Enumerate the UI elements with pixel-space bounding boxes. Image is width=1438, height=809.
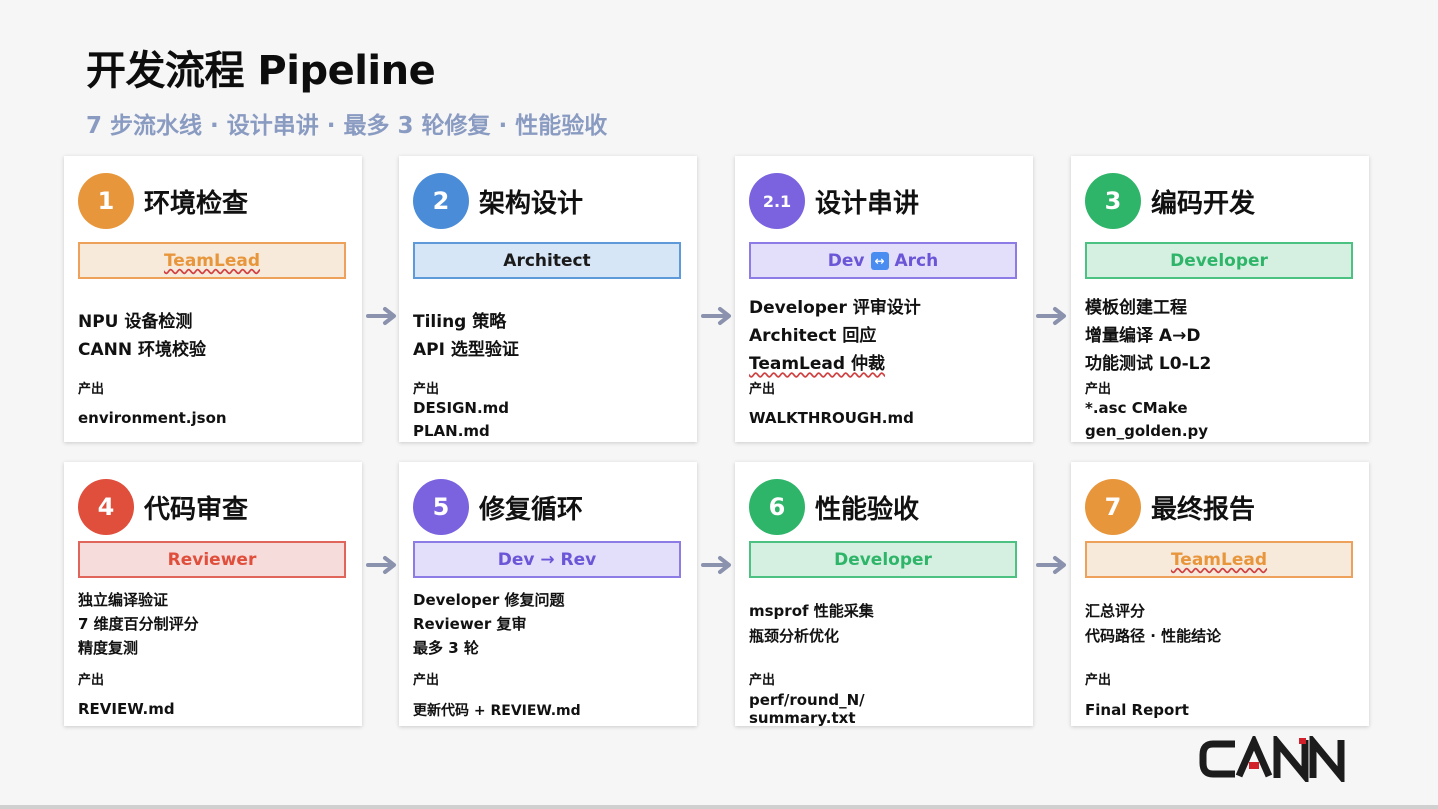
flow-arrow-icon — [1036, 306, 1070, 326]
task-line: 汇总评分 — [1085, 602, 1146, 620]
flow-arrow-icon — [701, 555, 735, 575]
role-badge: Architect — [413, 242, 681, 279]
role-badge: TeamLead — [1085, 541, 1353, 578]
step-number-badge: 2.1 — [749, 173, 805, 229]
role-badge: Dev → Rev — [413, 541, 681, 578]
step-number-badge: 2 — [413, 173, 469, 229]
page-title: 开发流程 Pipeline — [86, 48, 436, 94]
step-number-badge: 6 — [749, 479, 805, 535]
step-number-badge: 3 — [1085, 173, 1141, 229]
role-label: Reviewer — [167, 549, 257, 570]
output-line: gen_golden.py — [1085, 422, 1209, 440]
flow-arrow-icon — [1036, 555, 1070, 575]
role-label-right: Arch — [894, 250, 939, 271]
role-label: Developer — [1170, 250, 1268, 271]
output-label: 产出 — [78, 382, 105, 397]
task-line: Reviewer 复审 — [413, 615, 527, 633]
output-line: PLAN.md — [413, 422, 490, 440]
cann-logo — [1199, 732, 1355, 786]
role-badge: Dev ↔ Arch — [749, 242, 1017, 279]
task-line: Tiling 策略 — [413, 312, 507, 332]
step-title: 修复循环 — [479, 495, 584, 525]
task-line: TeamLead 仲裁 — [749, 354, 885, 374]
role-label: Dev → Rev — [497, 549, 597, 570]
step-title: 架构设计 — [479, 189, 584, 219]
task-line: msprof 性能采集 — [749, 602, 874, 620]
role-badge: TeamLead — [78, 242, 346, 279]
step-title: 性能验收 — [815, 495, 920, 525]
step-card-5: 5 修复循环 Dev → Rev Developer 修复问题 Reviewer… — [399, 462, 697, 726]
task-line: Architect 回应 — [749, 326, 877, 346]
output-label: 产出 — [413, 673, 440, 688]
output-label: 产出 — [749, 673, 776, 688]
output-label: 产出 — [1085, 382, 1112, 397]
role-label: Developer — [834, 549, 932, 570]
role-badge: Developer — [1085, 242, 1353, 279]
output-line: perf/round_N/ — [749, 691, 865, 709]
step-title: 最终报告 — [1151, 495, 1256, 525]
step-title: 环境检查 — [144, 189, 249, 219]
output-line: REVIEW.md — [78, 700, 175, 718]
step-card-1: 1 环境检查 TeamLead NPU 设备检测 CANN 环境校验 产出 en… — [64, 156, 362, 442]
bottom-border — [0, 805, 1438, 809]
step-card-7: 7 最终报告 TeamLead 汇总评分 代码路径 · 性能结论 产出 Fina… — [1071, 462, 1369, 726]
flow-arrow-icon — [366, 555, 400, 575]
flow-arrow-icon — [366, 306, 400, 326]
task-line: 独立编译验证 — [78, 591, 169, 609]
page-subtitle: 7 步流水线 · 设计串讲 · 最多 3 轮修复 · 性能验收 — [86, 113, 608, 139]
role-label: Architect — [503, 250, 591, 271]
task-line: 精度复测 — [78, 639, 139, 657]
role-label: TeamLead — [1170, 549, 1268, 570]
task-line: 7 维度百分制评分 — [78, 615, 199, 633]
output-line: Final Report — [1085, 701, 1189, 719]
output-label: 产出 — [1085, 673, 1112, 688]
flow-arrow-icon — [701, 306, 735, 326]
task-line: Developer 评审设计 — [749, 298, 921, 318]
output-line: *.asc CMake — [1085, 399, 1188, 417]
task-line: 功能测试 L0-L2 — [1085, 354, 1212, 374]
output-line: summary.txt — [749, 709, 856, 727]
role-badge: Reviewer — [78, 541, 346, 578]
step-title: 编码开发 — [1151, 189, 1256, 219]
role-label: TeamLead — [163, 250, 261, 271]
step-card-2: 2 架构设计 Architect Tiling 策略 API 选型验证 产出 D… — [399, 156, 697, 442]
task-line: 最多 3 轮 — [413, 639, 479, 657]
step-card-4: 4 代码审查 Reviewer 独立编译验证 7 维度百分制评分 精度复测 产出… — [64, 462, 362, 726]
step-card-2-1: 2.1 设计串讲 Dev ↔ Arch Developer 评审设计 Archi… — [735, 156, 1033, 442]
step-title: 设计串讲 — [815, 189, 920, 219]
output-line: DESIGN.md — [413, 399, 510, 417]
output-label: 产出 — [413, 382, 440, 397]
role-badge: Developer — [749, 541, 1017, 578]
task-line: Developer 修复问题 — [413, 591, 565, 609]
task-line: NPU 设备检测 — [78, 312, 193, 332]
step-number-badge: 7 — [1085, 479, 1141, 535]
output-line: 更新代码 + REVIEW.md — [413, 703, 581, 719]
task-line: API 选型验证 — [413, 340, 519, 360]
task-line: 模板创建工程 — [1085, 298, 1187, 318]
output-label: 产出 — [78, 673, 105, 688]
output-line: WALKTHROUGH.md — [749, 409, 914, 427]
step-card-6: 6 性能验收 Developer msprof 性能采集 瓶颈分析优化 产出 p… — [735, 462, 1033, 727]
step-card-3: 3 编码开发 Developer 模板创建工程 增量编译 A→D 功能测试 L0… — [1071, 156, 1369, 442]
task-line: 代码路径 · 性能结论 — [1085, 627, 1222, 645]
task-line: 瓶颈分析优化 — [749, 627, 840, 645]
step-number-badge: 1 — [78, 173, 134, 229]
role-label-left: Dev — [827, 250, 865, 271]
output-line: environment.json — [78, 409, 227, 427]
output-label: 产出 — [749, 382, 776, 397]
task-line: CANN 环境校验 — [78, 340, 207, 360]
step-number-badge: 4 — [78, 479, 134, 535]
bidirectional-arrow-icon: ↔ — [870, 251, 889, 270]
task-line: 增量编译 A→D — [1085, 326, 1201, 346]
step-title: 代码审查 — [144, 495, 249, 525]
step-number-badge: 5 — [413, 479, 469, 535]
